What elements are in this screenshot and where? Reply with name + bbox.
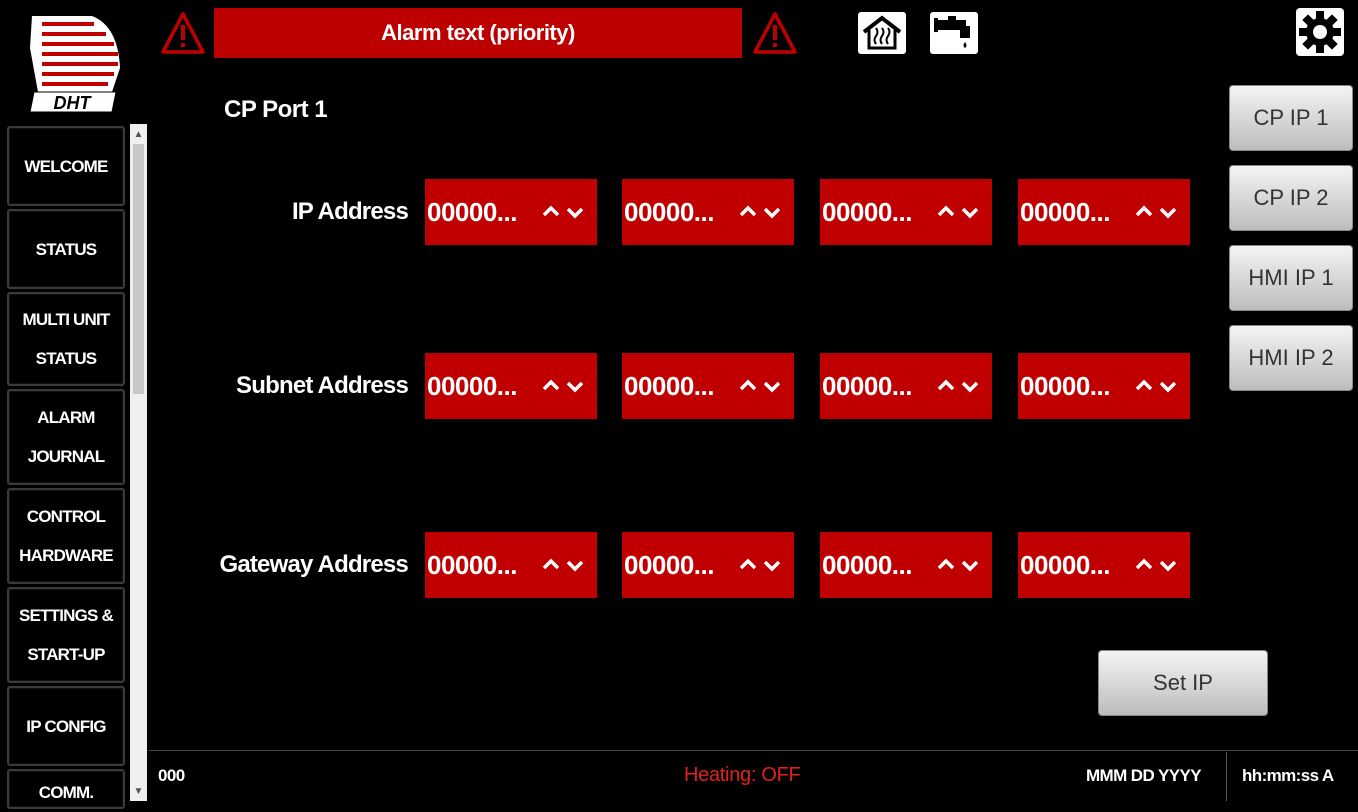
chevron-down-icon[interactable] bbox=[762, 555, 782, 575]
sidebar-item-welcome[interactable]: WELCOME bbox=[7, 126, 125, 206]
sidebar-item-label: SETTINGS & bbox=[18, 606, 114, 625]
status-time: hh:mm:ss A bbox=[1242, 766, 1334, 785]
chevron-up-icon[interactable] bbox=[936, 555, 956, 575]
subnet-octet-field[interactable]: 00000... bbox=[622, 353, 794, 419]
chevron-down-icon[interactable] bbox=[762, 376, 782, 396]
sidebar-item-status[interactable]: STATUS bbox=[7, 209, 125, 289]
chevron-down-icon[interactable] bbox=[762, 202, 782, 222]
gateway-octet-field[interactable]: 00000... bbox=[425, 532, 597, 598]
ip-octet-field[interactable]: 00000... bbox=[425, 179, 597, 245]
ip-octet-field[interactable]: 00000... bbox=[1018, 179, 1190, 245]
sidebar-item-control-hardware[interactable]: CONTROL HARDWARE bbox=[7, 488, 125, 584]
chevron-down-icon[interactable] bbox=[960, 555, 980, 575]
settings-gear-icon[interactable] bbox=[1296, 8, 1344, 56]
chevron-up-icon[interactable] bbox=[1134, 376, 1154, 396]
sidebar-item-label: HARDWARE bbox=[19, 546, 114, 565]
alarm-text-banner[interactable]: Alarm text (priority) bbox=[214, 8, 742, 58]
chevron-up-icon[interactable] bbox=[541, 555, 561, 575]
sidebar-item-multi-unit-status[interactable]: MULTI UNIT STATUS bbox=[7, 292, 125, 386]
warning-icon[interactable] bbox=[160, 10, 206, 56]
sidebar-item-label: COMM. bbox=[38, 783, 94, 802]
status-code: 000 bbox=[158, 766, 185, 785]
sidebar-item-label: ALARM bbox=[37, 408, 95, 427]
alarm-text: Alarm text (priority) bbox=[381, 20, 575, 45]
sidebar-item-label: STATUS bbox=[35, 349, 97, 368]
chevron-down-icon[interactable] bbox=[565, 376, 585, 396]
cp-ip-2-button[interactable]: CP IP 2 bbox=[1229, 165, 1353, 231]
chevron-up-icon[interactable] bbox=[738, 376, 758, 396]
gateway-address-label: Gateway Address bbox=[219, 551, 408, 578]
set-ip-button[interactable]: Set IP bbox=[1098, 650, 1268, 716]
sidebar-item-comm[interactable]: COMM. bbox=[7, 769, 125, 809]
ip-address-label: IP Address bbox=[291, 198, 409, 225]
faucet-icon[interactable] bbox=[930, 12, 978, 54]
subnet-octet-field[interactable]: 00000... bbox=[820, 353, 992, 419]
sidebar-scrollbar-thumb[interactable] bbox=[133, 144, 144, 394]
ip-octet-field[interactable]: 00000... bbox=[622, 179, 794, 245]
chevron-up-icon[interactable] bbox=[1134, 202, 1154, 222]
chevron-down-icon[interactable] bbox=[1158, 376, 1178, 396]
sidebar-item-label: STATUS bbox=[35, 239, 97, 259]
cp-ip-1-button[interactable]: CP IP 1 bbox=[1229, 85, 1353, 151]
chevron-down-icon[interactable] bbox=[565, 555, 585, 575]
hmi-ip-1-button[interactable]: HMI IP 1 bbox=[1229, 245, 1353, 311]
chevron-down-icon[interactable] bbox=[1158, 202, 1178, 222]
scroll-down-arrow-icon[interactable]: ▼ bbox=[130, 783, 147, 799]
sidebar-item-ip-config[interactable]: IP CONFIG bbox=[7, 686, 125, 766]
chevron-down-icon[interactable] bbox=[1158, 555, 1178, 575]
logo-text: DHT bbox=[54, 93, 93, 113]
hmi-ip-2-button[interactable]: HMI IP 2 bbox=[1229, 325, 1353, 391]
sidebar-item-label: CONTROL bbox=[26, 507, 106, 526]
chevron-down-icon[interactable] bbox=[960, 202, 980, 222]
scroll-up-arrow-icon[interactable]: ▲ bbox=[130, 126, 147, 142]
chevron-up-icon[interactable] bbox=[936, 202, 956, 222]
subnet-octet-field[interactable]: 00000... bbox=[425, 353, 597, 419]
chevron-down-icon[interactable] bbox=[565, 202, 585, 222]
chevron-up-icon[interactable] bbox=[541, 376, 561, 396]
dht-logo: DHT bbox=[20, 8, 130, 120]
status-date: MMM DD YYYY bbox=[1086, 766, 1202, 785]
gateway-octet-field[interactable]: 00000... bbox=[1018, 532, 1190, 598]
sidebar-item-label: JOURNAL bbox=[27, 447, 105, 466]
chevron-up-icon[interactable] bbox=[936, 376, 956, 396]
sidebar-item-settings-startup[interactable]: SETTINGS & START-UP bbox=[7, 587, 125, 683]
chevron-up-icon[interactable] bbox=[1134, 555, 1154, 575]
chevron-up-icon[interactable] bbox=[738, 202, 758, 222]
heating-status: Heating: OFF bbox=[684, 764, 801, 786]
sidebar-item-label: MULTI UNIT bbox=[22, 310, 110, 329]
sidebar-item-label: IP CONFIG bbox=[26, 716, 106, 736]
ip-octet-field[interactable]: 00000... bbox=[820, 179, 992, 245]
status-divider bbox=[1226, 752, 1227, 801]
sidebar-item-alarm-journal[interactable]: ALARM JOURNAL bbox=[7, 389, 125, 485]
warning-icon[interactable] bbox=[752, 10, 798, 56]
chevron-down-icon[interactable] bbox=[960, 376, 980, 396]
sidebar-item-label: WELCOME bbox=[24, 156, 108, 176]
gateway-octet-field[interactable]: 00000... bbox=[622, 532, 794, 598]
subnet-address-label: Subnet Address bbox=[236, 372, 409, 399]
subnet-octet-field[interactable]: 00000... bbox=[1018, 353, 1190, 419]
chevron-up-icon[interactable] bbox=[541, 202, 561, 222]
house-heating-icon[interactable] bbox=[858, 12, 906, 54]
page-title: CP Port 1 bbox=[224, 96, 328, 123]
gateway-octet-field[interactable]: 00000... bbox=[820, 532, 992, 598]
chevron-up-icon[interactable] bbox=[738, 555, 758, 575]
sidebar-item-label: START-UP bbox=[27, 645, 105, 664]
